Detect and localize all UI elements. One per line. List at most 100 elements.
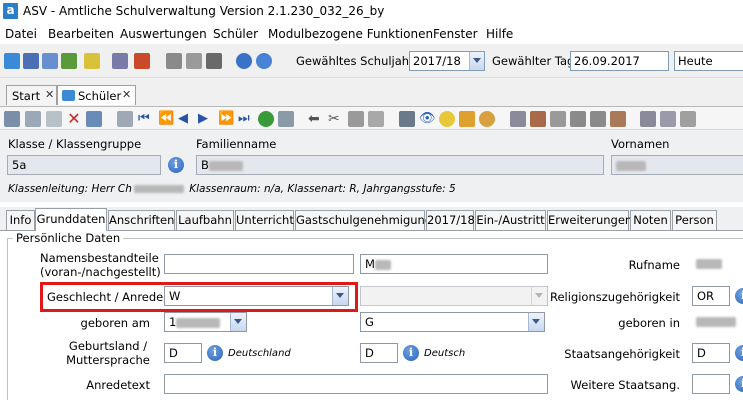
move-icon[interactable] [570,111,586,127]
sync-icon[interactable] [258,111,274,127]
schueler-group-icon[interactable] [4,53,20,69]
arrow-left-icon[interactable]: ⬅ [308,111,324,127]
close-icon[interactable]: ✕ [45,88,54,101]
close-icon[interactable]: ✕ [122,88,131,101]
home-icon[interactable] [640,111,656,127]
tab-person[interactable]: Person [672,210,717,231]
tab-info[interactable]: Info [6,210,35,231]
copy-icon[interactable] [166,53,182,69]
tab-schuljahr[interactable]: 2017/18 [426,210,475,231]
calendar-dropdown-icon[interactable] [230,313,246,331]
previous-icon[interactable]: ◀ [178,111,194,127]
geboren-am-field[interactable]: 1 [164,312,247,332]
chevron-down-icon[interactable] [528,313,544,331]
next-icon[interactable]: ▶ [198,111,214,127]
form-icon[interactable] [86,111,102,127]
refresh-icon[interactable] [46,111,62,127]
rufname-label: Rufname [628,258,680,272]
info-icon[interactable]: i [168,157,184,173]
fast-back-icon[interactable]: ⏪ [158,111,174,127]
namensbestandteile-pre-input[interactable] [164,254,354,274]
namensbestandteile-post-input[interactable]: M [360,254,548,274]
lightning-icon[interactable] [206,53,222,69]
copy-icon[interactable] [348,111,364,127]
geburtsland-field[interactable]: D [164,343,202,363]
subject-icon[interactable] [61,53,77,69]
info-icon[interactable] [236,53,252,69]
save-icon[interactable] [25,111,41,127]
geboren-in-label: geboren in [618,316,680,330]
menu-schueler[interactable]: Schüler [213,27,258,41]
tab-laufbahn[interactable]: Laufbahn [176,210,234,231]
info-icon[interactable]: i [207,345,223,361]
paste-icon[interactable] [368,111,384,127]
menu-auswertungen[interactable]: Auswertungen [120,27,207,41]
menu-datei[interactable]: Datei [5,27,37,41]
record-toolbar: ✕ ⏮ ⏪ ◀ ▶ ⏩ ⏭ ⬅ ✂ 👁 [0,106,743,130]
anredetext-input[interactable] [164,374,548,394]
delete-icon[interactable]: ✕ [66,111,82,127]
contact-icon[interactable] [610,111,626,127]
fast-forward-icon[interactable]: ⏩ [218,111,234,127]
tab-gastschulgenehmigung[interactable]: Gastschulgenehmigung [295,210,432,231]
class-list-icon[interactable] [23,53,39,69]
table-icon[interactable] [278,111,294,127]
new-record-icon[interactable] [4,111,20,127]
religion-label: Religionszugehörigkeit [550,290,681,304]
report-icon[interactable] [134,53,150,69]
preview-icon[interactable]: 👁 [419,111,436,127]
anredetext-label: Anredetext [86,378,150,392]
tab-erweiterungen[interactable]: Erweiterungen [547,210,632,231]
first-record-icon[interactable]: ⏮ [138,111,154,127]
export-icon[interactable] [186,53,202,69]
notes-icon[interactable] [84,53,100,69]
cut-icon[interactable]: ✂ [328,111,344,127]
g-select[interactable]: G [360,312,545,332]
muttersprache-field[interactable]: D [360,343,398,363]
menu-modulbezogene-funktionen[interactable]: Modulbezogene Funktionen [268,27,433,41]
chevron-down-icon[interactable] [469,52,484,70]
heute-select[interactable]: Heute [674,51,743,71]
menu-bearbeiten[interactable]: Bearbeiten [48,27,114,41]
tab-ein-austritt[interactable]: Ein-/Austritt [475,210,546,231]
staatsangehoerigkeit-field[interactable]: D [692,343,730,363]
person-icon[interactable] [530,111,546,127]
tab-schueler[interactable]: Schüler ✕ [57,85,136,105]
vornamen-field [611,155,743,175]
help-icon[interactable] [256,53,272,69]
tab-start[interactable]: Start ✕ [6,85,57,105]
teacher-icon[interactable] [42,53,58,69]
geburtsland-text: Deutschland [228,348,291,359]
schuljahr-select[interactable]: 2017/18 [409,51,485,71]
redacted-text [176,317,221,328]
student-header: Klasse / Klassengruppe 5a i Familienname… [0,130,743,202]
info-icon[interactable]: i [403,345,419,361]
archive-icon[interactable] [590,111,606,127]
tools-icon[interactable] [680,111,696,127]
redacted-text [133,185,184,193]
settings-icon[interactable] [660,111,676,127]
klasse-field: 5a [7,155,161,175]
register-tab-bar: Info Grunddaten Anschriften Laufbahn Unt… [0,207,743,232]
tab-noten[interactable]: Noten [630,210,671,231]
print-icon[interactable] [399,111,415,127]
tab-anschriften[interactable]: Anschriften [108,210,175,231]
menu-fenster[interactable]: Fenster [433,27,478,41]
tab-unterricht[interactable]: Unterricht [235,210,294,231]
religion-field[interactable]: OR [692,286,730,306]
group-icon[interactable] [550,111,566,127]
clock-icon[interactable] [479,111,495,127]
tab-grunddaten[interactable]: Grunddaten [35,208,107,232]
last-record-icon[interactable]: ⏭ [238,111,254,127]
menu-bar: Datei Bearbeiten Auswertungen Schüler Mo… [0,24,743,44]
document-icon[interactable] [112,53,128,69]
weitere-staatsang-field[interactable] [692,374,730,394]
tag-field[interactable]: 26.09.2017 [570,51,669,71]
cube-icon[interactable] [510,111,526,127]
wand-icon[interactable] [459,111,475,127]
schueler-group-icon [62,90,75,101]
list-icon[interactable] [117,111,133,127]
app-icon: a [3,3,18,19]
lightbulb-icon[interactable] [439,111,455,127]
menu-hilfe[interactable]: Hilfe [486,27,513,41]
